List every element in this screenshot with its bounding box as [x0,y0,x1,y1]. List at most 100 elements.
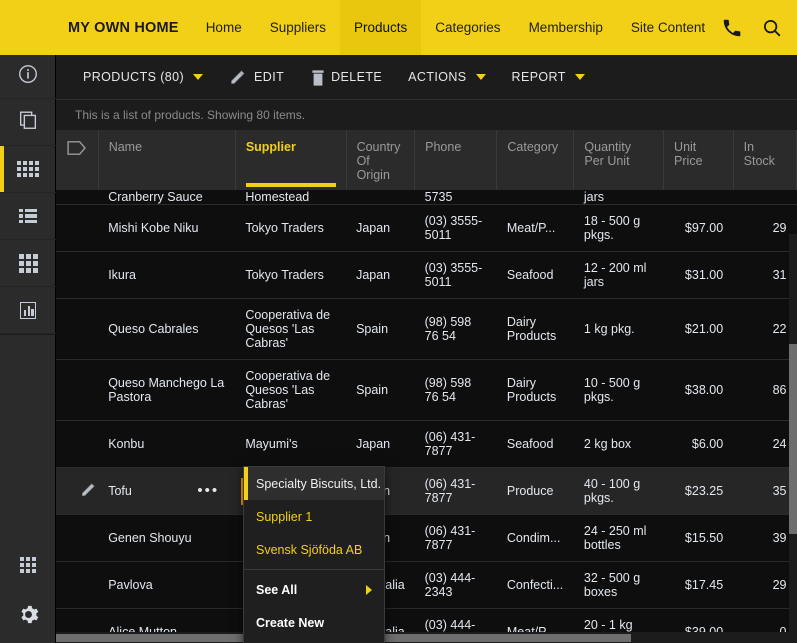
row-select-cell[interactable] [56,190,99,205]
products-table: Name Supplier Country Of Origin Phone Ca… [56,130,797,643]
rail-item-tile-view[interactable] [0,240,56,287]
table-row[interactable]: Queso Manchego La Pastora Cooperativa de… [56,359,797,421]
tag-icon [67,141,86,155]
products-title-dropdown[interactable]: PRODUCTS (80) [70,55,216,100]
vertical-scrollbar[interactable] [789,234,797,643]
rail-item-grid-view[interactable] [0,146,56,193]
cell-category: Seafood [496,251,574,299]
header-row: Name Supplier Country Of Origin Phone Ca… [56,130,797,190]
header-select-all[interactable] [56,130,99,190]
row-select-cell[interactable] [56,420,99,468]
cell-name: Genen Shouyu [98,514,236,562]
row-select-cell[interactable] [56,561,99,609]
dropdown-option-supplier-1[interactable]: Supplier 1 [244,500,384,533]
cell-country: Japan [346,204,415,252]
chart-view-icon [20,301,36,319]
cell-phone: (03) 3555-5011 [414,204,497,252]
dropdown-action-create-new[interactable]: Create New [244,606,384,639]
rail-item-copy[interactable] [0,99,56,146]
see-all-label: See All [256,582,298,597]
header-supplier[interactable]: Supplier [235,130,347,190]
table-row[interactable]: Ikura Tokyo Traders Japan (03) 3555-5011… [56,251,797,299]
table-row[interactable]: Cranberry Sauce Homestead 5735 jars [56,190,797,205]
chevron-down-icon [193,74,204,80]
header-unit-price[interactable]: Unit Price [663,130,734,190]
nav-item-home[interactable]: Home [192,0,256,55]
table-row[interactable]: Queso Cabrales Cooperativa de Quesos 'La… [56,298,797,360]
horizontal-scrollbar[interactable] [56,632,797,643]
grid-view-icon [17,161,39,177]
cell-price: $21.00 [663,298,734,360]
info-icon [17,63,39,90]
row-more-options-icon[interactable]: ••• [197,483,219,498]
chevron-down-icon [475,74,486,80]
search-icon[interactable] [759,15,785,41]
dropdown-action-clear[interactable]: Clear [244,639,384,643]
cell-price: $31.00 [663,251,734,299]
dropdown-option-specialty-biscuits[interactable]: Specialty Biscuits, Ltd. [244,467,384,500]
supplier-dropdown-menu: Specialty Biscuits, Ltd. Supplier 1 Sven… [243,466,385,643]
cell-supplier: Mayumi's [235,420,347,468]
cell-supplier: Cooperativa de Quesos 'Las Cabras' [235,359,347,421]
row-select-cell[interactable] [56,204,99,252]
header-quantity-per-unit[interactable]: Quantity Per Unit [573,130,665,190]
vertical-scrollbar-thumb[interactable] [789,344,797,534]
cell-price: $23.25 [663,467,734,515]
row-select-cell[interactable] [56,359,99,421]
grid-scroll-area: Name Supplier Country Of Origin Phone Ca… [56,130,797,643]
delete-button[interactable]: DELETE [297,55,395,100]
nav-left-spacer [0,0,56,55]
nav-item-membership[interactable]: Membership [515,0,617,55]
actions-dropdown[interactable]: ACTIONS [395,55,498,100]
report-label: REPORT [511,70,566,84]
nav-item-suppliers[interactable]: Suppliers [256,0,340,55]
dropdown-action-see-all[interactable]: See All [244,573,384,606]
header-name[interactable]: Name [98,130,236,190]
edit-button[interactable]: EDIT [216,55,297,100]
row-select-cell[interactable] [56,467,99,515]
trash-icon [310,69,324,86]
report-dropdown[interactable]: REPORT [499,55,598,100]
cell-category: Meat/P... [496,204,574,252]
cell-name: Queso Cabrales [98,298,236,360]
row-edit-pencil-icon[interactable] [80,481,97,498]
cell-category [496,190,574,205]
rail-item-info[interactable] [0,55,56,99]
cell-price: $38.00 [663,359,734,421]
cell-stock: 31 [733,251,797,299]
row-select-cell[interactable] [56,251,99,299]
cell-quantity: 1 kg pkg. [573,298,664,360]
header-in-stock[interactable]: In Stock [733,130,797,190]
header-country-of-origin[interactable]: Country Of Origin [346,130,416,190]
nav-item-categories[interactable]: Categories [421,0,514,55]
actions-label: ACTIONS [408,70,467,84]
left-rail [0,55,56,643]
cell-category: Confecti... [496,561,574,609]
cell-stock: 29 [733,204,797,252]
cell-name: Konbu [98,420,236,468]
rail-item-apps[interactable] [0,539,56,591]
cell-phone: 5735 [414,190,497,205]
rail-item-chart-view[interactable] [0,287,56,334]
row-select-cell[interactable] [56,298,99,360]
cell-price: $15.50 [663,514,734,562]
header-category[interactable]: Category [496,130,575,190]
rail-divider [0,334,55,335]
row-select-cell[interactable] [56,514,99,562]
brand-title: MY OWN HOME [68,19,179,36]
header-phone[interactable]: Phone [414,130,498,190]
table-row[interactable]: Genen Shouyu Japan (06) 431-7877 Condim.… [56,514,797,562]
main-pane: PRODUCTS (80) EDIT DELETE ACTIONS REPORT… [56,55,797,643]
pencil-icon [229,68,247,86]
nav-item-products[interactable]: Products [339,0,422,55]
phone-icon[interactable] [719,15,745,41]
rail-item-list-view[interactable] [0,193,56,240]
table-row[interactable]: Konbu Mayumi's Japan (06) 431-7877 Seafo… [56,420,797,468]
cell-quantity: 24 - 250 ml bottles [573,514,664,562]
nav-item-site-content[interactable]: Site Content [617,0,719,55]
rail-item-settings[interactable] [0,591,56,643]
table-row-editing[interactable]: Tofu ••• Japan (06) 431-7877 Produce 40 … [56,467,797,515]
table-row[interactable]: Mishi Kobe Niku Tokyo Traders Japan (03)… [56,204,797,252]
dropdown-option-svensk-sjofoda[interactable]: Svensk Sjöföda AB [244,533,384,566]
table-row[interactable]: Pavlova Australia (03) 444-2343 Confecti… [56,561,797,609]
